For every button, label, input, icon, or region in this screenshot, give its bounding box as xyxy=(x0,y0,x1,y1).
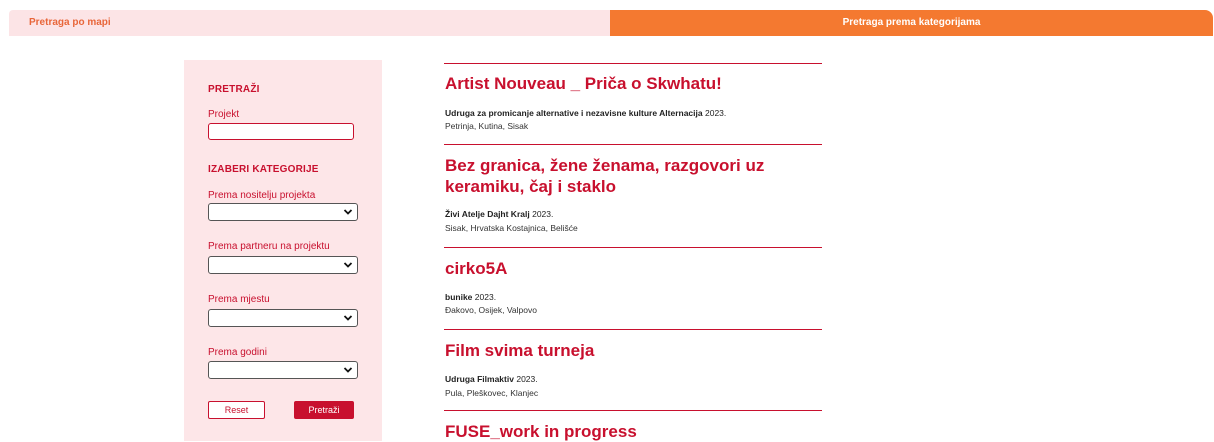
project-org-name: Živi Atelje Dajht Kralj xyxy=(445,209,530,219)
project-title[interactable]: Bez granica, žene ženama, razgovori uz k… xyxy=(445,155,823,197)
filter-holder-select[interactable] xyxy=(208,203,358,221)
project-input[interactable] xyxy=(208,123,354,140)
tab-category-search-label: Pretraga prema kategorijama xyxy=(842,17,981,28)
reset-button[interactable]: Reset xyxy=(208,401,265,419)
search-heading: PRETRAŽI xyxy=(208,84,260,95)
project-year: 2023. xyxy=(474,292,497,302)
project-title[interactable]: Artist Nouveau _ Priča o Skwhatu! xyxy=(445,73,823,94)
project-places: Đakovo, Osijek, Valpovo xyxy=(445,305,537,315)
project-org-name: Udruga za promicanje alternative i nezav… xyxy=(445,108,703,118)
filter-year-label: Prema godini xyxy=(208,347,267,358)
project-organization: Udruga Filmaktiv 2023. xyxy=(445,374,538,384)
project-organization: Živi Atelje Dajht Kralj 2023. xyxy=(445,209,553,219)
project-organization: bunike 2023. xyxy=(445,292,496,302)
project-places: Petrinja, Kutina, Sisak xyxy=(445,121,529,131)
tab-map-search[interactable]: Pretraga po mapi xyxy=(9,10,610,36)
project-organization: Udruga za promicanje alternative i nezav… xyxy=(445,108,726,118)
filter-place-label: Prema mjestu xyxy=(208,294,270,305)
categories-heading: IZABERI KATEGORIJE xyxy=(208,164,319,175)
divider xyxy=(444,144,822,145)
project-label: Projekt xyxy=(208,109,240,120)
divider xyxy=(444,247,822,248)
chevron-down-icon xyxy=(343,315,353,321)
project-org-name: Udruga Filmaktiv xyxy=(445,374,514,384)
chevron-down-icon xyxy=(343,209,353,215)
project-year: 2023. xyxy=(704,108,727,118)
chevron-down-icon xyxy=(343,367,353,373)
project-places: Pula, Pleškovec, Klanjec xyxy=(445,388,539,398)
search-tabs: Pretraga po mapi Pretraga prema kategori… xyxy=(9,10,1213,36)
chevron-down-icon xyxy=(343,262,353,268)
search-sidebar: PRETRAŽI Projekt IZABERI KATEGORIJE Prem… xyxy=(184,60,382,441)
filter-partner-select[interactable] xyxy=(208,256,358,274)
divider xyxy=(444,410,822,411)
divider xyxy=(444,329,822,330)
tab-map-search-label: Pretraga po mapi xyxy=(29,17,111,28)
filter-year-select[interactable] xyxy=(208,361,358,379)
project-year: 2023. xyxy=(532,209,554,219)
divider xyxy=(444,63,822,64)
project-places: Sisak, Hrvatska Kostajnica, Belišće xyxy=(445,223,578,233)
filter-holder-label: Prema nositelju projekta xyxy=(208,190,316,201)
project-title[interactable]: cirko5A xyxy=(445,258,823,279)
filter-place-select[interactable] xyxy=(208,309,358,327)
filter-partner-label: Prema partneru na projektu xyxy=(208,241,330,252)
project-title[interactable]: Film svima turneja xyxy=(445,340,823,361)
tab-category-search[interactable]: Pretraga prema kategorijama xyxy=(610,10,1213,36)
project-title[interactable]: FUSE_work in progress xyxy=(445,421,823,442)
project-org-name: bunike xyxy=(445,292,473,302)
search-button[interactable]: Pretraži xyxy=(294,401,354,419)
project-year: 2023. xyxy=(516,374,538,384)
